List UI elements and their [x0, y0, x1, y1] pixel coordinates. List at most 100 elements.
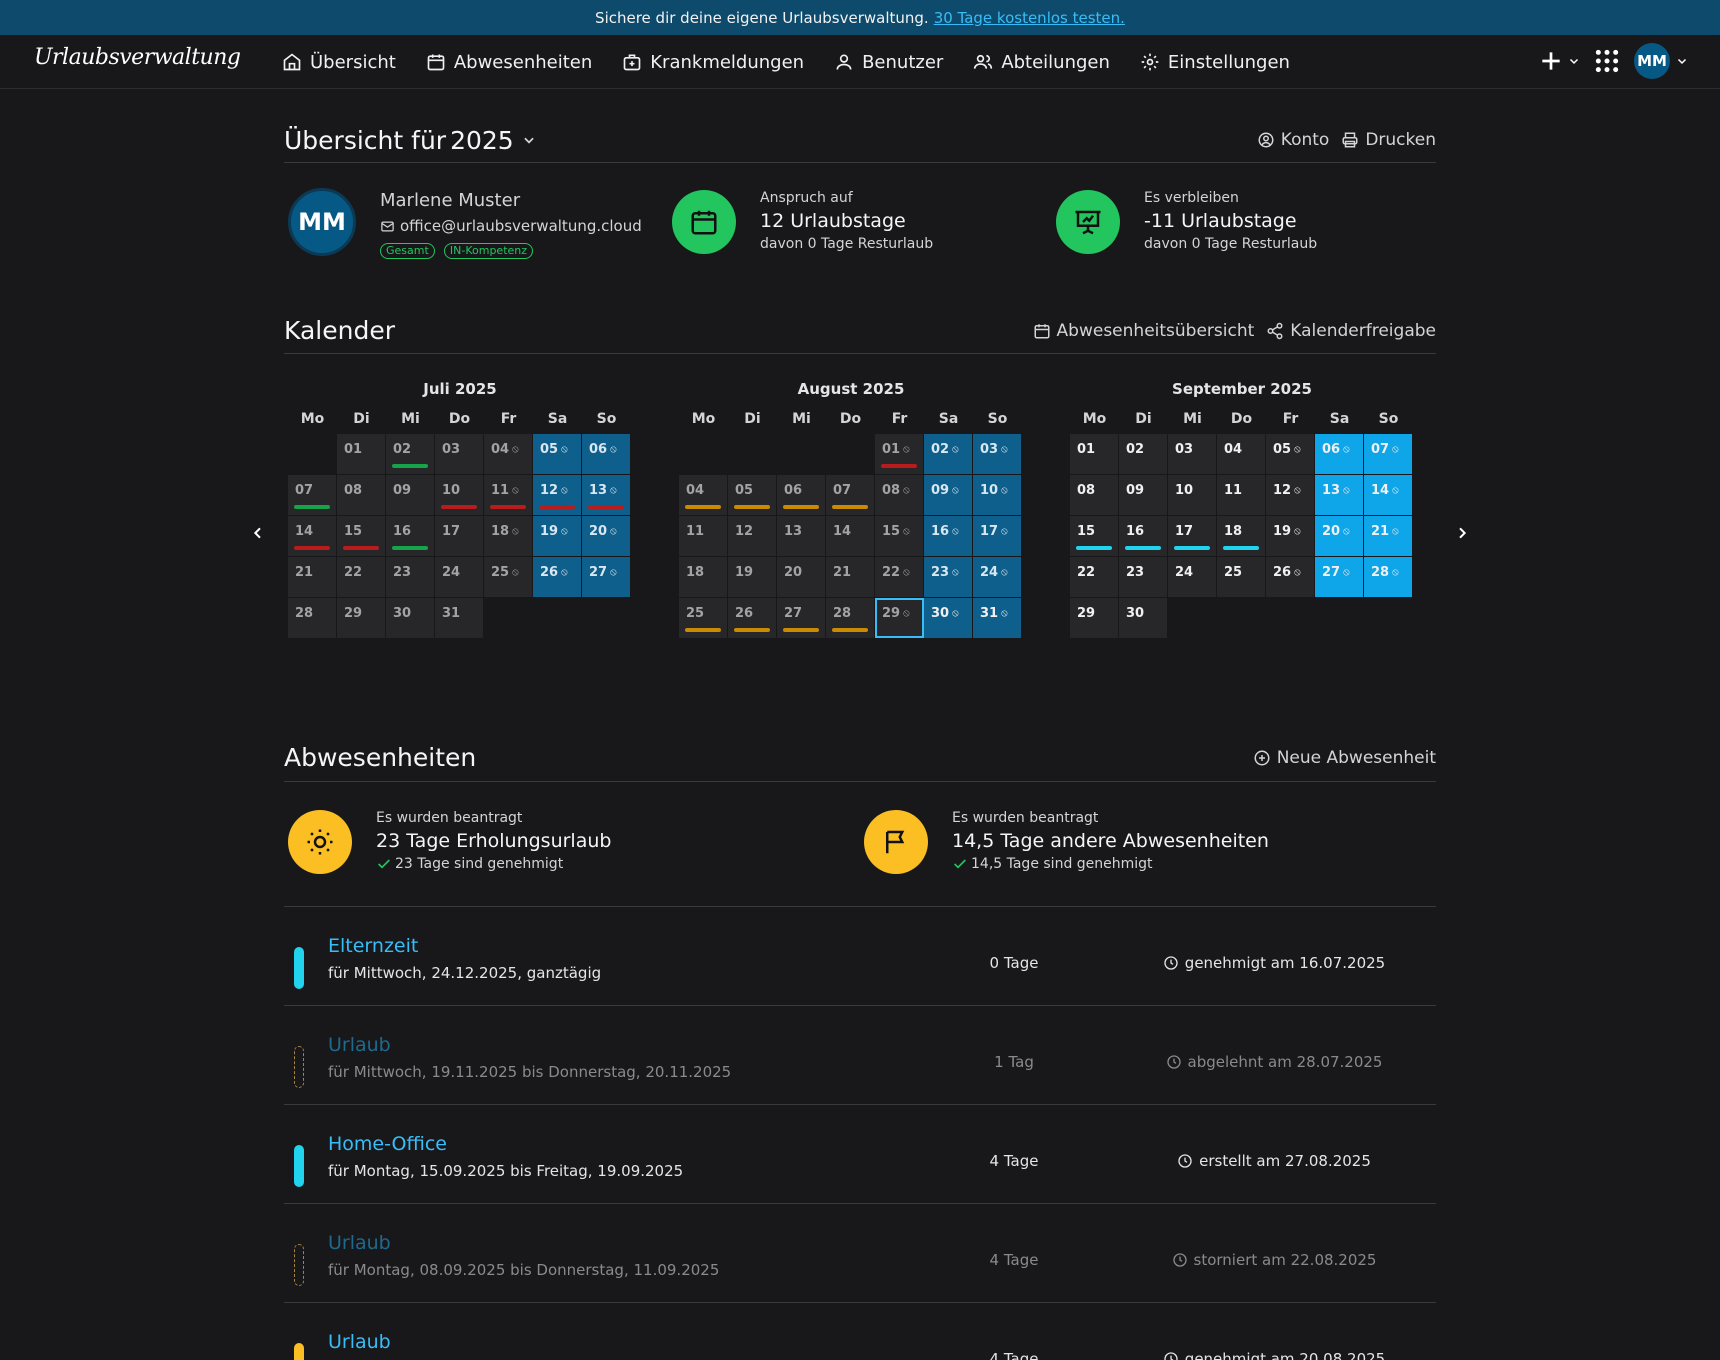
calendar-day[interactable]: 17	[435, 516, 484, 556]
nav-sicknotes[interactable]: Krankmeldungen	[622, 52, 804, 73]
calendar-day[interactable]: 27 ⦸	[1315, 557, 1364, 597]
calendar-day[interactable]: 23	[1119, 557, 1168, 597]
calendar-day[interactable]: 20 ⦸	[582, 516, 631, 556]
calendar-day[interactable]: 29 ⦸	[875, 598, 924, 638]
absence-overview-link[interactable]: Abwesenheitsübersicht	[1033, 321, 1254, 341]
trial-link[interactable]: 30 Tage kostenlos testen.	[934, 9, 1125, 27]
calendar-day[interactable]: 07 ⦸	[1364, 434, 1413, 474]
calendar-day[interactable]: 15 ⦸	[875, 516, 924, 556]
calendar-day[interactable]: 09	[386, 475, 435, 515]
account-link[interactable]: Konto	[1257, 130, 1329, 150]
calendar-day[interactable]: 24	[1168, 557, 1217, 597]
calendar-day[interactable]: 03	[435, 434, 484, 474]
calendar-day[interactable]: 04	[1217, 434, 1266, 474]
calendar-day[interactable]: 03	[1168, 434, 1217, 474]
absence-list-item[interactable]: Home-Office für Montag, 15.09.2025 bis F…	[284, 1105, 1436, 1204]
calendar-day[interactable]: 30	[386, 598, 435, 638]
calendar-day[interactable]: 22 ⦸	[875, 557, 924, 597]
calendar-day[interactable]: 10 ⦸	[973, 475, 1022, 515]
absence-title[interactable]: Urlaub	[328, 1331, 391, 1353]
nav-settings[interactable]: Einstellungen	[1140, 52, 1290, 73]
calendar-day[interactable]: 02	[386, 434, 435, 474]
calendar-day[interactable]: 26 ⦸	[1266, 557, 1315, 597]
calendar-day[interactable]: 27 ⦸	[582, 557, 631, 597]
calendar-day[interactable]: 11	[679, 516, 728, 556]
calendar-day[interactable]: 19	[728, 557, 777, 597]
calendar-day[interactable]: 16	[1119, 516, 1168, 556]
print-button[interactable]: Drucken	[1341, 130, 1436, 150]
calendar-day[interactable]: 20	[777, 557, 826, 597]
calendar-day[interactable]: 16 ⦸	[924, 516, 973, 556]
calendar-day[interactable]: 22	[337, 557, 386, 597]
brand-logo[interactable]: Urlaubsverwaltung	[34, 45, 241, 70]
calendar-day[interactable]: 21	[288, 557, 337, 597]
calendar-day[interactable]: 19 ⦸	[533, 516, 582, 556]
calendar-day[interactable]: 08	[337, 475, 386, 515]
calendar-day[interactable]: 28 ⦸	[1364, 557, 1413, 597]
calendar-day[interactable]: 15	[1070, 516, 1119, 556]
calendar-day[interactable]: 13 ⦸	[1315, 475, 1364, 515]
calendar-day[interactable]: 18	[1217, 516, 1266, 556]
absence-title[interactable]: Urlaub	[328, 1232, 391, 1254]
absence-list-item[interactable]: Elternzeit für Mittwoch, 24.12.2025, gan…	[284, 907, 1436, 1006]
calendar-day[interactable]: 30	[1119, 598, 1168, 638]
calendar-day[interactable]: 04	[679, 475, 728, 515]
calendar-day[interactable]: 25 ⦸	[484, 557, 533, 597]
nav-overview[interactable]: Übersicht	[282, 52, 396, 73]
calendar-day[interactable]: 09	[1119, 475, 1168, 515]
nav-departments[interactable]: Abteilungen	[973, 52, 1110, 73]
calendar-day[interactable]: 23	[386, 557, 435, 597]
apps-menu-button[interactable]	[1594, 48, 1620, 74]
calendar-day[interactable]: 11 ⦸	[484, 475, 533, 515]
calendar-day[interactable]: 14	[288, 516, 337, 556]
calendar-day[interactable]: 06 ⦸	[582, 434, 631, 474]
calendar-day[interactable]: 04 ⦸	[484, 434, 533, 474]
user-email[interactable]: office@urlaubsverwaltung.cloud	[400, 217, 642, 235]
calendar-day[interactable]: 06	[777, 475, 826, 515]
absence-title[interactable]: Elternzeit	[328, 935, 418, 957]
calendar-day[interactable]: 05	[728, 475, 777, 515]
calendar-day[interactable]: 02 ⦸	[924, 434, 973, 474]
calendar-day[interactable]: 29	[337, 598, 386, 638]
calendar-day[interactable]: 29	[1070, 598, 1119, 638]
new-absence-button[interactable]: Neue Abwesenheit	[1253, 748, 1436, 768]
calendar-day[interactable]: 05 ⦸	[533, 434, 582, 474]
calendar-day[interactable]: 18	[679, 557, 728, 597]
calendar-day[interactable]: 25	[679, 598, 728, 638]
calendar-day[interactable]: 08	[1070, 475, 1119, 515]
calendar-day[interactable]: 11	[1217, 475, 1266, 515]
calendar-day[interactable]: 02	[1119, 434, 1168, 474]
calendar-day[interactable]: 23 ⦸	[924, 557, 973, 597]
calendar-day[interactable]: 14	[826, 516, 875, 556]
absence-list-item[interactable]: Urlaub 4 Tage genehmigt am 20.08.2025	[284, 1303, 1436, 1360]
calendar-day[interactable]: 14 ⦸	[1364, 475, 1413, 515]
calendar-day[interactable]: 07	[288, 475, 337, 515]
calendar-day[interactable]: 12	[728, 516, 777, 556]
calendar-day[interactable]: 16	[386, 516, 435, 556]
calendar-day[interactable]: 19 ⦸	[1266, 516, 1315, 556]
calendar-day[interactable]: 17 ⦸	[973, 516, 1022, 556]
calendar-prev-button[interactable]	[250, 525, 266, 541]
calendar-day[interactable]: 10	[435, 475, 484, 515]
calendar-day[interactable]: 22	[1070, 557, 1119, 597]
absence-list-item[interactable]: Urlaub für Montag, 08.09.2025 bis Donner…	[284, 1204, 1436, 1303]
calendar-day[interactable]: 25	[1217, 557, 1266, 597]
calendar-day[interactable]: 12 ⦸	[1266, 475, 1315, 515]
calendar-day[interactable]: 24	[435, 557, 484, 597]
calendar-day[interactable]: 10	[1168, 475, 1217, 515]
calendar-day[interactable]: 18 ⦸	[484, 516, 533, 556]
calendar-day[interactable]: 30 ⦸	[924, 598, 973, 638]
calendar-share-link[interactable]: Kalenderfreigabe	[1266, 321, 1436, 341]
calendar-day[interactable]: 17	[1168, 516, 1217, 556]
calendar-day[interactable]: 06 ⦸	[1315, 434, 1364, 474]
calendar-day[interactable]: 31 ⦸	[973, 598, 1022, 638]
calendar-day[interactable]: 27	[777, 598, 826, 638]
calendar-day[interactable]: 24 ⦸	[973, 557, 1022, 597]
calendar-day[interactable]: 07	[826, 475, 875, 515]
calendar-day[interactable]: 15	[337, 516, 386, 556]
absence-list-item[interactable]: Urlaub für Mittwoch, 19.11.2025 bis Donn…	[284, 1006, 1436, 1105]
calendar-day[interactable]: 12 ⦸	[533, 475, 582, 515]
calendar-day[interactable]: 20 ⦸	[1315, 516, 1364, 556]
add-menu-button[interactable]	[1538, 48, 1580, 74]
calendar-day[interactable]: 13	[777, 516, 826, 556]
